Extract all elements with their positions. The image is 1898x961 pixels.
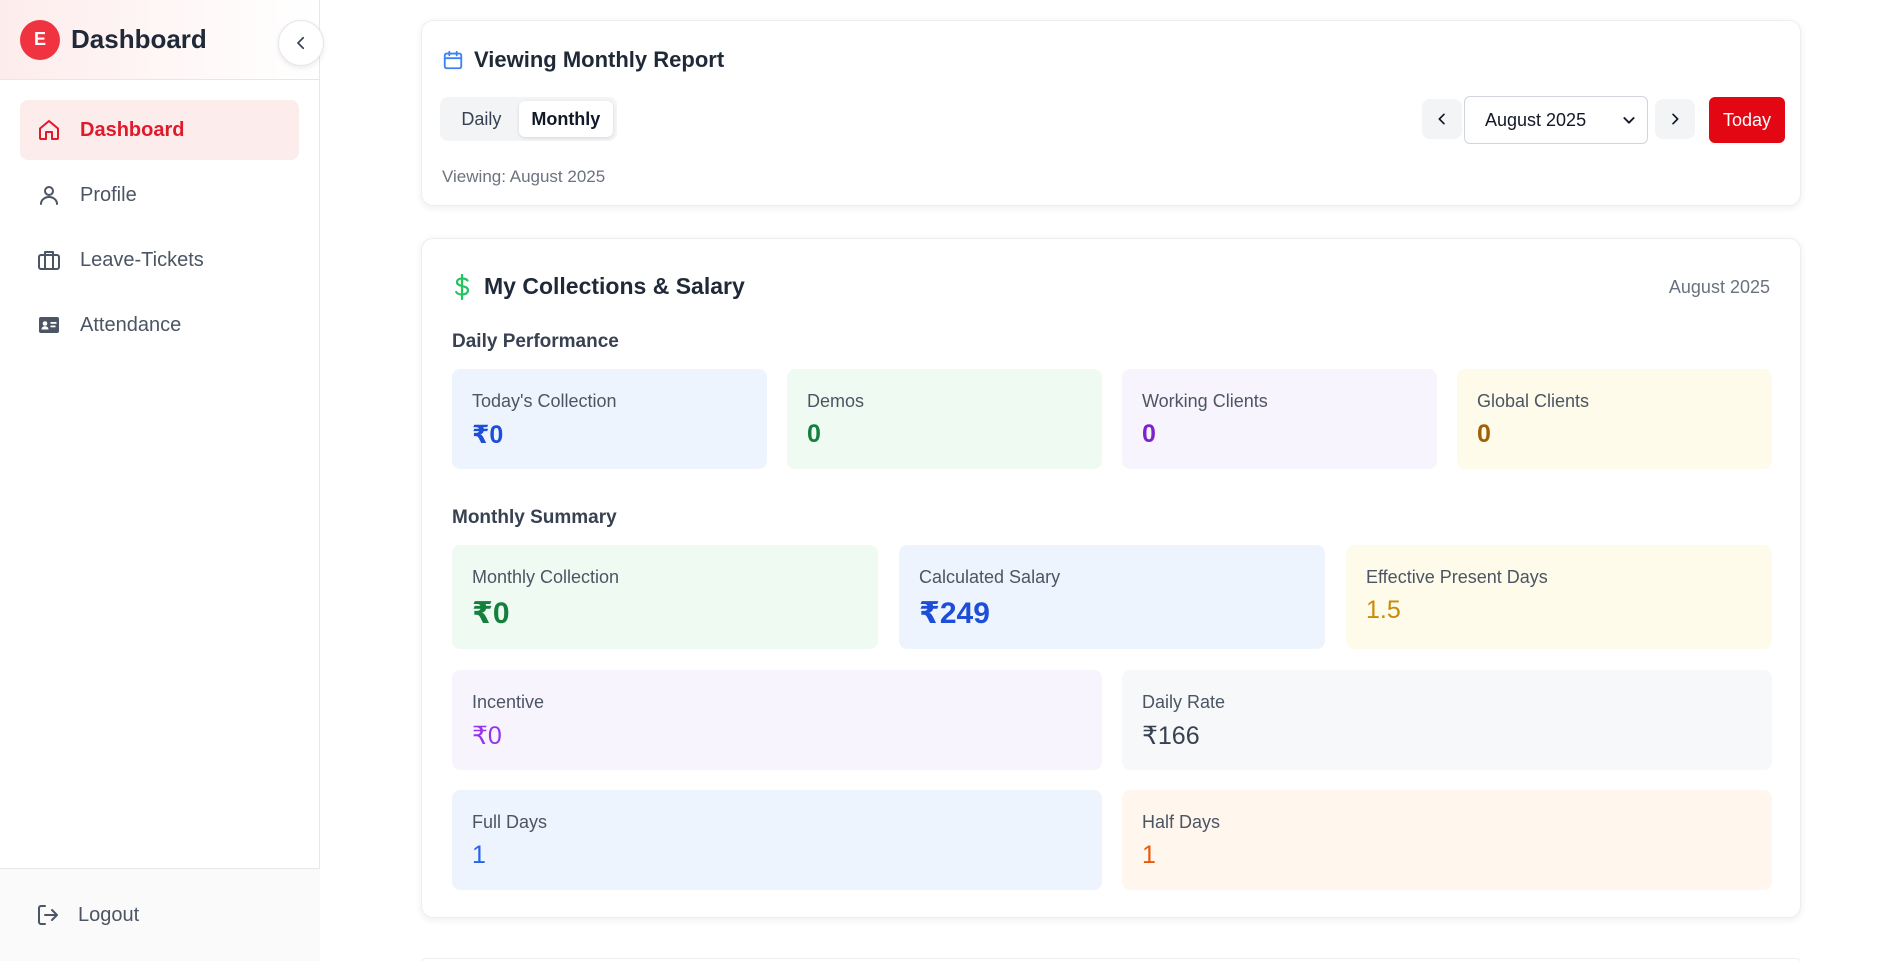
stat-value: ₹166 xyxy=(1142,722,1200,750)
stat-effective-present-days: Effective Present Days 1.5 xyxy=(1346,545,1772,649)
stat-label: Calculated Salary xyxy=(919,567,1061,587)
stat-value: 1 xyxy=(1142,841,1156,869)
stat-value: ₹0 xyxy=(472,722,502,750)
collections-month: August 2025 xyxy=(1668,277,1770,297)
brand-logo: E xyxy=(20,19,60,60)
calendar-icon xyxy=(442,49,464,71)
report-controls-card: Viewing Monthly Report Daily Monthly Vie… xyxy=(421,20,1801,206)
month-select[interactable]: August 2025 xyxy=(1464,96,1648,144)
sidebar-item-leave-tickets[interactable]: Leave-Tickets xyxy=(20,230,299,290)
month-select-value: August 2025 xyxy=(1485,109,1587,130)
stat-value: 0 xyxy=(1142,420,1156,448)
next-month-button[interactable] xyxy=(1655,99,1695,139)
sidebar-item-label: Dashboard xyxy=(80,118,185,141)
stat-label: Working Clients xyxy=(1142,391,1268,411)
stat-label: Daily Rate xyxy=(1142,692,1226,712)
sidebar-item-attendance[interactable]: Attendance xyxy=(20,295,299,355)
sidebar-item-label: Attendance xyxy=(80,313,182,336)
stat-label: Effective Present Days xyxy=(1366,567,1548,587)
stat-label: Full Days xyxy=(472,812,548,832)
sidebar: E Dashboard Dashboard Profile Leave-Tick… xyxy=(0,0,324,961)
stat-value: 0 xyxy=(1477,420,1491,448)
previous-month-button[interactable] xyxy=(1422,99,1462,139)
brand-title: Dashboard xyxy=(71,24,207,54)
stat-value: ₹0 xyxy=(472,597,510,630)
stat-value: 1.5 xyxy=(1366,596,1401,624)
chevron-right-icon xyxy=(1667,111,1683,127)
chevron-left-icon xyxy=(1434,111,1450,127)
sidebar-item-label: Profile xyxy=(80,183,137,206)
stat-label: Incentive xyxy=(472,692,545,712)
collections-title: My Collections & Salary xyxy=(452,273,745,300)
stat-monthly-collection: Monthly Collection ₹0 xyxy=(452,545,878,649)
collections-title-text: My Collections & Salary xyxy=(484,273,745,299)
daily-performance-heading: Daily Performance xyxy=(452,331,619,352)
today-button[interactable]: Today xyxy=(1709,97,1785,143)
stat-value: 0 xyxy=(807,420,821,448)
stat-global-clients: Global Clients 0 xyxy=(1457,369,1772,469)
sidebar-header: E Dashboard xyxy=(0,0,324,80)
stat-value: ₹249 xyxy=(919,597,990,630)
report-title: Viewing Monthly Report xyxy=(442,47,724,73)
chevron-left-icon xyxy=(292,34,310,52)
sidebar-item-profile[interactable]: Profile xyxy=(20,165,299,225)
collapse-sidebar-button[interactable] xyxy=(278,20,324,66)
stat-label: Monthly Collection xyxy=(472,567,620,587)
stat-full-days: Full Days 1 xyxy=(452,790,1102,890)
stat-todays-collection: Today's Collection ₹0 xyxy=(452,369,767,469)
home-icon xyxy=(36,117,62,143)
briefcase-icon xyxy=(36,247,62,273)
id-card-icon xyxy=(36,312,62,338)
collections-salary-card: My Collections & Salary August 2025 Dail… xyxy=(421,238,1801,918)
user-icon xyxy=(36,182,62,208)
stat-value: 1 xyxy=(472,841,486,869)
monthly-summary-heading: Monthly Summary xyxy=(452,507,617,528)
stat-demos: Demos 0 xyxy=(787,369,1102,469)
stat-half-days: Half Days 1 xyxy=(1122,790,1772,890)
stat-working-clients: Working Clients 0 xyxy=(1122,369,1437,469)
sidebar-nav: Dashboard Profile Leave-Tickets Attendan… xyxy=(0,80,319,355)
viewing-text: Viewing: August 2025 xyxy=(442,167,606,186)
toggle-monthly[interactable]: Monthly xyxy=(518,101,613,137)
chevron-down-icon xyxy=(1621,112,1637,128)
logout-label: Logout xyxy=(78,903,140,926)
dollar-icon xyxy=(452,273,472,300)
stat-label: Global Clients xyxy=(1477,391,1590,411)
sidebar-item-dashboard[interactable]: Dashboard xyxy=(20,100,299,160)
stat-value: ₹0 xyxy=(472,421,504,449)
stat-daily-rate: Daily Rate ₹166 xyxy=(1122,670,1772,770)
stat-label: Demos xyxy=(807,391,865,411)
toggle-daily[interactable]: Daily xyxy=(444,101,519,137)
stat-calculated-salary: Calculated Salary ₹249 xyxy=(899,545,1325,649)
stat-label: Today's Collection xyxy=(472,391,617,411)
sidebar-item-label: Leave-Tickets xyxy=(80,248,204,271)
report-title-text: Viewing Monthly Report xyxy=(474,47,725,72)
logout-icon xyxy=(36,903,60,927)
stat-incentive: Incentive ₹0 xyxy=(452,670,1102,770)
logout-button[interactable]: Logout xyxy=(0,868,320,961)
view-mode-toggle: Daily Monthly xyxy=(440,97,617,141)
stat-label: Half Days xyxy=(1142,812,1221,832)
